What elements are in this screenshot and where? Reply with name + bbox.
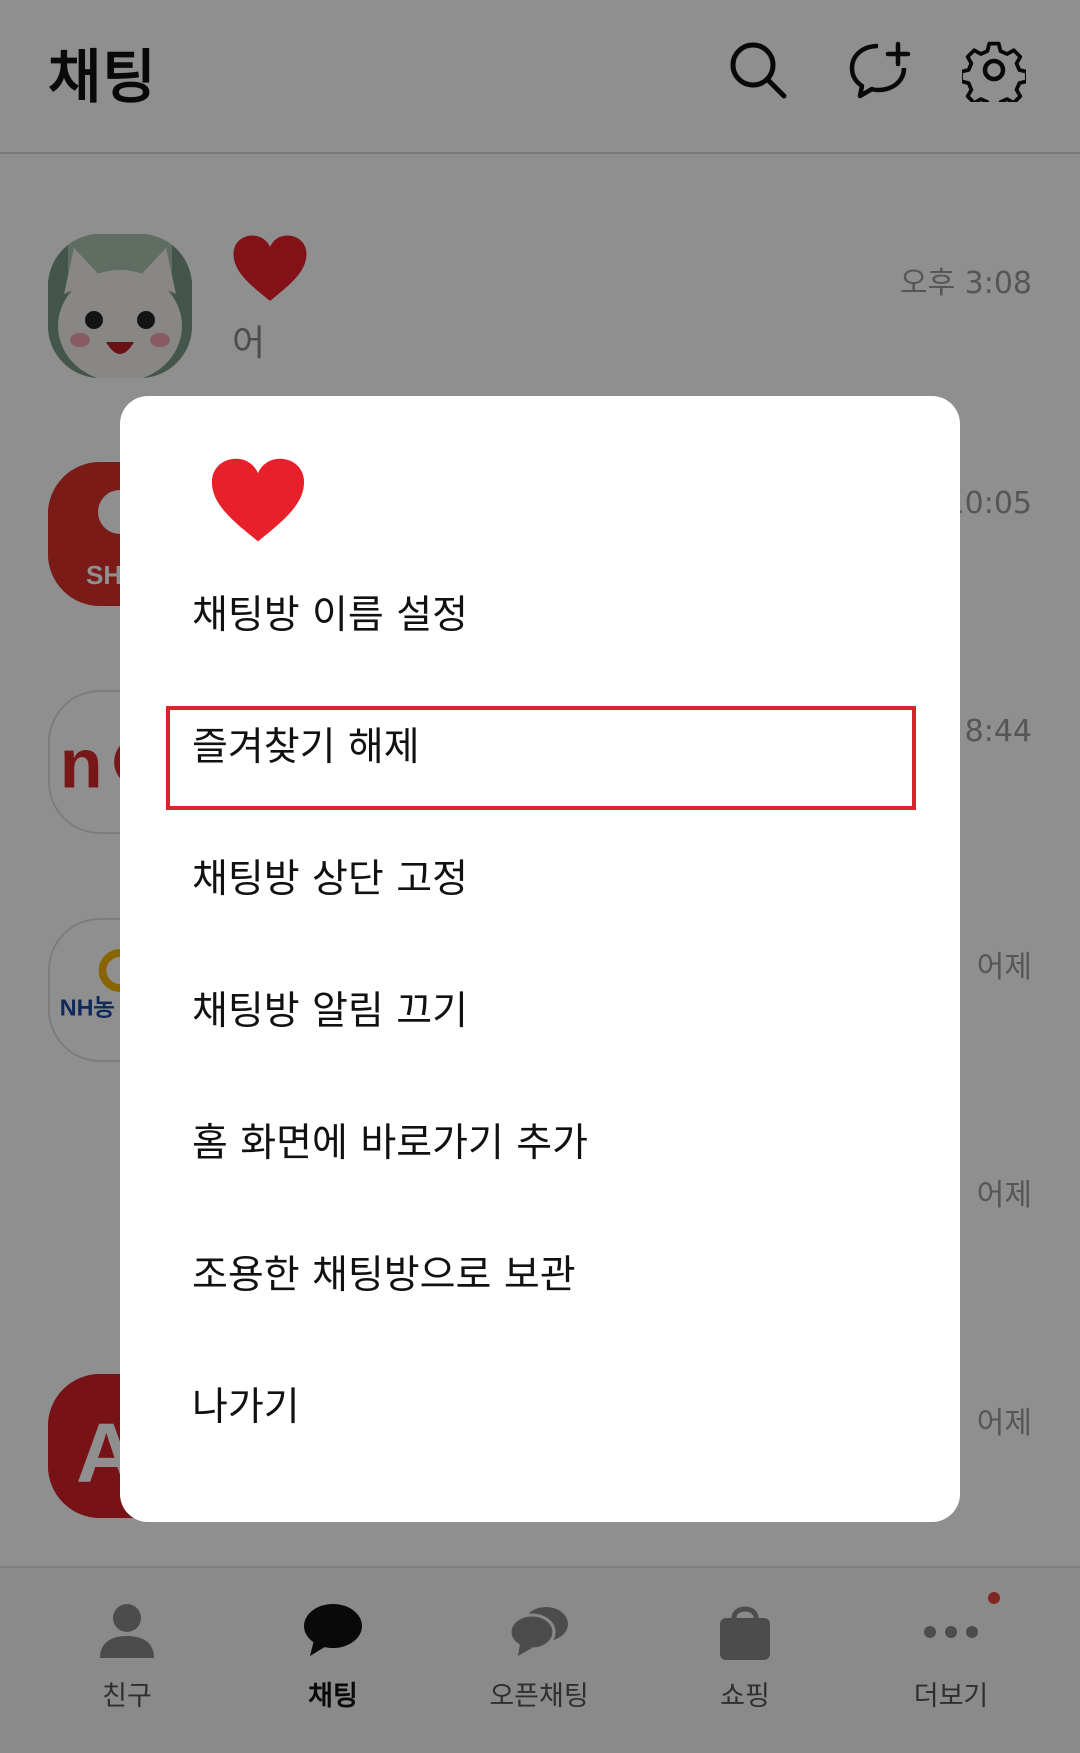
- heart-icon: [211, 458, 305, 542]
- menu-item-rename[interactable]: 채팅방 이름 설정: [192, 576, 892, 656]
- menu-item-home-shortcut[interactable]: 홈 화면에 바로가기 추가: [192, 1104, 892, 1184]
- menu-item-pin-top[interactable]: 채팅방 상단 고정: [192, 840, 892, 920]
- menu-item-leave[interactable]: 나가기: [192, 1368, 892, 1448]
- menu-item-archive-quiet[interactable]: 조용한 채팅방으로 보관: [192, 1236, 892, 1316]
- menu-item-mute[interactable]: 채팅방 알림 끄기: [192, 972, 892, 1052]
- chat-context-menu: 채팅방 이름 설정 즐겨찾기 해제 채팅방 상단 고정 채팅방 알림 끄기 홈 …: [120, 396, 960, 1522]
- menu-item-unfavorite[interactable]: 즐겨찾기 해제: [192, 708, 892, 788]
